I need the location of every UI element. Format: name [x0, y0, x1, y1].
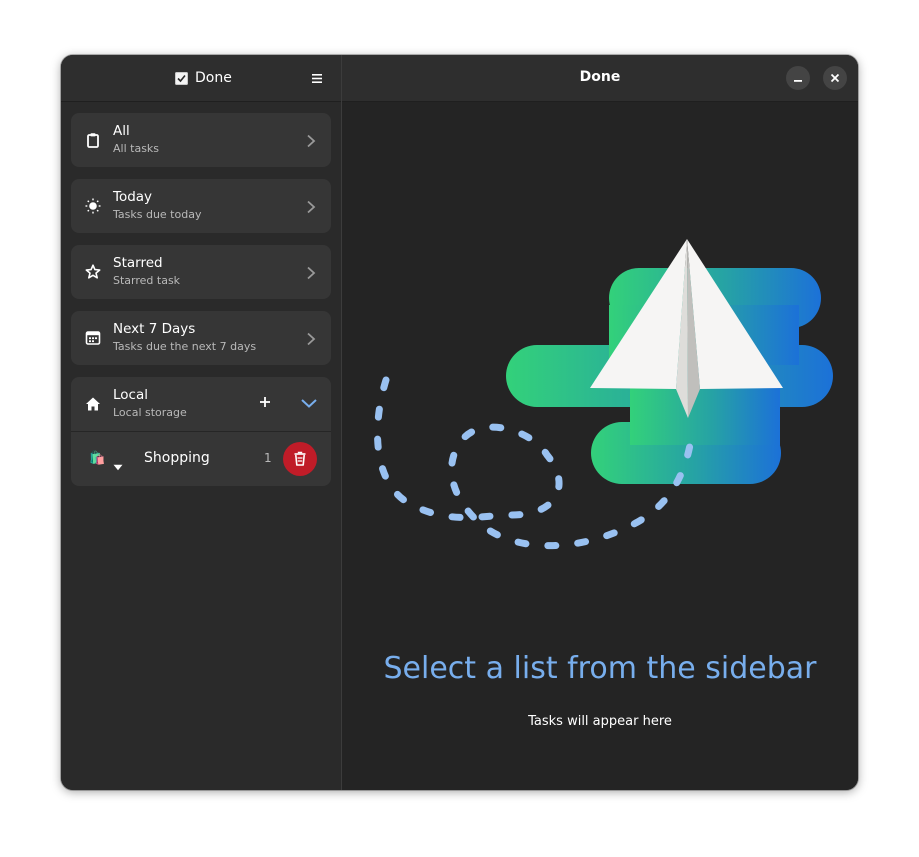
smart-list-subtitle: All tasks: [113, 142, 160, 155]
app-window: Done All All tasks Today Tasks due today: [61, 55, 858, 790]
provider-local: Local Local storage 🛍️ Shopping 1: [71, 377, 331, 486]
main-content: Done Select a list from the sidebar Task…: [342, 55, 858, 790]
close-button[interactable]: [823, 66, 847, 90]
page-title: Done: [579, 69, 621, 85]
paper-plane-illustration: [374, 239, 833, 550]
chevron-right-icon: [305, 331, 317, 346]
sidebar-header: Done: [61, 55, 341, 102]
smart-list-title: Next 7 Days: [113, 321, 196, 337]
checkbox-icon: [175, 71, 188, 85]
smart-list-title: All: [113, 123, 130, 139]
sidebar-title: Done: [175, 69, 232, 87]
empty-state-description: Tasks will appear here: [528, 714, 672, 729]
chevron-right-icon: [305, 265, 317, 280]
chevron-right-icon: [305, 133, 317, 148]
smart-list-all[interactable]: All All tasks: [71, 113, 331, 167]
main-header: Done: [342, 55, 858, 102]
smart-list-title: Today: [113, 189, 153, 205]
smart-list-today[interactable]: Today Tasks due today: [71, 179, 331, 233]
smart-list-subtitle: Starred task: [113, 274, 181, 287]
shopping-bags-emoji-icon: 🛍️: [89, 451, 106, 466]
chevron-down-icon[interactable]: [300, 395, 318, 409]
task-count: 1: [264, 451, 272, 465]
sidebar-title-label: Done: [195, 70, 232, 86]
smart-list-subtitle: Tasks due today: [113, 208, 202, 221]
smart-list-title: Starred: [113, 255, 163, 271]
minimize-button[interactable]: [786, 66, 810, 90]
sun-icon: [85, 198, 101, 214]
star-icon: [85, 264, 101, 280]
empty-state-title: Select a list from the sidebar: [383, 651, 817, 686]
chevron-right-icon: [305, 199, 317, 214]
list-item-label: Shopping: [144, 450, 210, 466]
provider-title: Local: [113, 387, 148, 403]
smart-list-next-7-days[interactable]: Next 7 Days Tasks due the next 7 days: [71, 311, 331, 365]
hamburger-menu-icon[interactable]: [306, 69, 328, 87]
list-item-shopping[interactable]: 🛍️ Shopping 1: [71, 432, 331, 486]
home-icon: [85, 396, 101, 412]
clipboard-icon: [85, 132, 101, 148]
close-icon: [830, 73, 840, 83]
trash-icon: [294, 451, 306, 466]
provider-subtitle: Local storage: [113, 406, 187, 419]
sidebar: Done All All tasks Today Tasks due today: [61, 55, 342, 790]
caret-down-icon[interactable]: [113, 456, 123, 471]
minimize-icon: [794, 80, 802, 82]
smart-list-subtitle: Tasks due the next 7 days: [113, 340, 257, 353]
add-list-button[interactable]: [257, 394, 273, 410]
smart-list-starred[interactable]: Starred Starred task: [71, 245, 331, 299]
delete-list-button[interactable]: [283, 442, 317, 476]
calendar-icon: [85, 330, 101, 346]
